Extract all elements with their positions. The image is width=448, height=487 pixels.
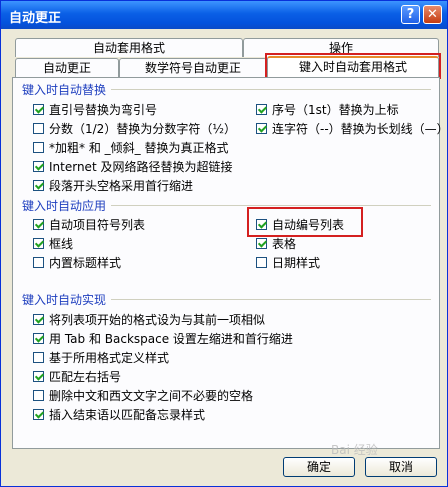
cancel-button[interactable]: 取消 [365,457,437,477]
checkbox-label: 框线 [49,237,74,251]
checkbox-bold-italic[interactable]: *加粗* 和 _倾斜_ 替换为真正格式 [33,139,228,156]
checkbox-box[interactable] [256,123,267,134]
close-icon[interactable]: ✕ [423,5,442,24]
checkbox-box[interactable] [33,219,44,230]
checkbox-box[interactable] [33,390,44,401]
ok-button[interactable]: 确定 [283,457,355,477]
checkbox-box[interactable] [33,352,44,363]
checkbox-label: 日期样式 [272,256,321,270]
checkbox-list-format[interactable]: 将列表项开始的格式设为与其前一项相似 [33,311,265,328]
checkbox-label: 将列表项开始的格式设为与其前一项相似 [49,313,266,327]
help-icon[interactable]: ? [401,5,420,24]
tab-autocorrect[interactable]: 自动更正 [15,58,119,77]
checkbox-box[interactable] [33,333,44,344]
checkbox-label: 表格 [272,237,297,251]
checkbox-label: 段落开头空格采用首行缩进 [49,179,194,193]
checkbox-label: 基于所用格式定义样式 [49,351,170,365]
title-bar: 自动更正 ? ✕ [1,1,447,29]
checkbox-label: 内置标题样式 [49,256,122,270]
section-apply-title: 键入时自动应用 [22,199,107,213]
checkbox-date-style[interactable]: 日期样式 [256,254,320,271]
checkbox-box[interactable] [33,161,44,172]
checkbox-tab-backspace[interactable]: 用 Tab 和 Backspace 设置左缩进和首行缩进 [33,330,293,347]
checkbox-tables[interactable]: 表格 [256,235,296,252]
section-auto-title: 键入时自动实现 [22,293,107,307]
checkbox-label: 连字符（--）替换为长划线（—） [272,122,448,136]
checkbox-box[interactable] [33,238,44,249]
checkbox-auto-bullets[interactable]: 自动项目符号列表 [33,216,145,233]
checkbox-box[interactable] [33,104,44,115]
checkbox-ordinals[interactable]: 序号（1st）替换为上标 [256,101,399,118]
checkbox-label: 序号（1st）替换为上标 [272,103,399,117]
checkbox-box[interactable] [33,314,44,325]
checkbox-closing-phrase[interactable]: 插入结束语以匹配备忘录样式 [33,406,205,423]
checkbox-label: 直引号替换为弯引号 [49,103,158,117]
checkbox-box[interactable] [33,142,44,153]
checkbox-straight-quotes[interactable]: 直引号替换为弯引号 [33,101,157,118]
checkbox-label: 插入结束语以匹配备忘录样式 [49,408,206,422]
checkbox-label: 删除中文和西文文字之间不必要的空格 [49,389,254,403]
checkbox-label: 分数（1/2）替换为分数字符（½） [49,122,236,136]
highlight-auto-numbering [247,207,363,237]
section-divider [111,299,431,300]
checkbox-first-indent[interactable]: 段落开头空格采用首行缩进 [33,177,193,194]
autocorrect-dialog: 自动更正 ? ✕ 自动套用格式 操作 自动更正 数学符号自动更正 键入时自动套用… [0,0,448,487]
checkbox-remove-spaces[interactable]: 删除中文和西文文字之间不必要的空格 [33,387,253,404]
section-divider [111,205,431,206]
window-title: 自动更正 [9,11,62,26]
checkbox-match-parens[interactable]: 匹配左右括号 [33,368,121,385]
checkbox-label: 用 Tab 和 Backspace 设置左缩进和首行缩进 [49,332,293,346]
checkbox-box[interactable] [256,238,267,249]
checkbox-box[interactable] [33,409,44,420]
checkbox-label: 匹配左右括号 [49,370,122,384]
checkbox-box[interactable] [33,371,44,382]
checkbox-define-styles[interactable]: 基于所用格式定义样式 [33,349,169,366]
checkbox-hyphens[interactable]: 连字符（--）替换为长划线（—） [256,120,448,137]
checkbox-hyperlinks[interactable]: Internet 及网络路径替换为超链接 [33,158,232,175]
checkbox-borders[interactable]: 框线 [33,235,73,252]
checkbox-label: Internet 及网络路径替换为超链接 [49,160,233,174]
checkbox-label: 自动项目符号列表 [49,218,146,232]
tab-autoformat[interactable]: 自动套用格式 [15,38,243,57]
checkbox-box[interactable] [256,257,267,268]
checkbox-box[interactable] [256,104,267,115]
section-divider [111,89,431,90]
checkbox-fractions[interactable]: 分数（1/2）替换为分数字符（½） [33,120,236,137]
section-replace-title: 键入时自动替换 [22,83,107,97]
highlight-tab [265,53,441,79]
tab-math-autocorrect[interactable]: 数学符号自动更正 [119,58,267,77]
checkbox-heading-styles[interactable]: 内置标题样式 [33,254,121,271]
checkbox-box[interactable] [33,257,44,268]
checkbox-box[interactable] [33,123,44,134]
checkbox-label: *加粗* 和 _倾斜_ 替换为真正格式 [49,141,229,155]
checkbox-box[interactable] [33,180,44,191]
watermark: Bai 经验 [331,443,378,457]
